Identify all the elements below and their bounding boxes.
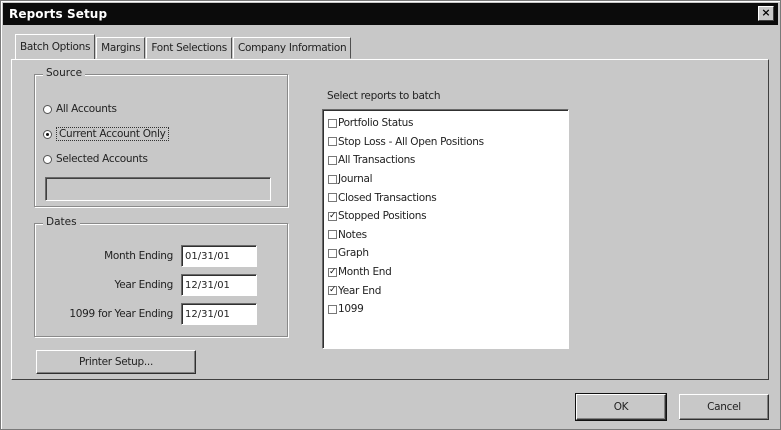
tab-font-selections[interactable]: Font Selections (146, 37, 232, 59)
report-item-1099[interactable]: 1099 (323, 300, 568, 319)
source-group-label: Source (43, 67, 86, 79)
selected-accounts-field[interactable] (45, 177, 271, 201)
radio-all-accounts[interactable]: All Accounts (43, 103, 117, 115)
radio-selected-accounts[interactable]: Selected Accounts (43, 153, 148, 165)
report-item-closed-transactions[interactable]: Closed Transactions (323, 188, 568, 207)
radio-label: Current Account Only (56, 127, 169, 141)
radio-button-icon (43, 104, 52, 114)
ok-button[interactable]: OK (575, 393, 667, 421)
report-item-graph[interactable]: Graph (323, 244, 568, 263)
source-group: Source All Accounts Current Account Only… (34, 67, 288, 207)
report-item-stop-loss[interactable]: Stop Loss - All Open Positions (323, 133, 568, 152)
report-item-label: Stop Loss - All Open Positions (338, 135, 484, 148)
cancel-button[interactable]: Cancel (679, 394, 769, 420)
window-title: Reports Setup (9, 7, 108, 21)
month-ending-label: Month Ending (104, 250, 173, 262)
report-item-label: Year End (338, 284, 382, 297)
checkbox-unchecked-icon (328, 118, 337, 128)
report-item-notes[interactable]: Notes (323, 226, 568, 245)
1099-year-ending-input[interactable] (181, 303, 257, 325)
report-item-label: Portfolio Status (338, 117, 414, 130)
report-item-label: Stopped Positions (338, 210, 427, 223)
1099-year-ending-row: 1099 for Year Ending (35, 302, 275, 326)
report-item-label: All Transactions (338, 154, 416, 167)
1099-year-ending-label: 1099 for Year Ending (69, 308, 173, 320)
checkbox-checked-icon: ✓ (328, 266, 337, 277)
report-item-journal[interactable]: Journal (323, 170, 568, 189)
tab-company-information[interactable]: Company Information (232, 37, 352, 59)
tab-batch-options[interactable]: Batch Options (15, 34, 96, 59)
tab-margins[interactable]: Margins (96, 37, 146, 59)
checkbox-checked-icon: ✓ (328, 285, 337, 296)
report-item-label: Month End (338, 266, 392, 279)
report-item-year-end[interactable]: ✓ Year End (323, 281, 568, 300)
year-ending-label: Year Ending (114, 279, 174, 291)
close-icon: × (761, 6, 771, 19)
reports-setup-dialog: Reports Setup × Batch Options Margins Fo… (0, 0, 781, 430)
reports-checklist[interactable]: Portfolio Status Stop Loss - All Open Po… (322, 109, 569, 349)
radio-label: Selected Accounts (56, 153, 148, 165)
report-item-label: Graph (338, 247, 369, 260)
report-item-month-end[interactable]: ✓ Month End (323, 263, 568, 282)
title-bar[interactable]: Reports Setup × (3, 3, 778, 25)
checkbox-checked-icon: ✓ (328, 210, 337, 221)
checkbox-unchecked-icon (328, 137, 337, 147)
year-ending-row: Year Ending (35, 273, 275, 297)
checkbox-unchecked-icon (328, 193, 337, 203)
report-item-label: 1099 (338, 303, 364, 316)
checkbox-unchecked-icon (328, 174, 337, 184)
radio-button-selected-icon (43, 129, 52, 139)
checkbox-unchecked-icon (328, 230, 337, 240)
checkbox-unchecked-icon (328, 248, 337, 258)
report-item-portfolio-status[interactable]: Portfolio Status (323, 114, 568, 133)
reports-list-label: Select reports to batch (327, 90, 441, 102)
month-ending-row: Month Ending (35, 244, 275, 268)
dates-group-label: Dates (43, 216, 80, 228)
checkbox-unchecked-icon (328, 304, 337, 314)
report-item-label: Notes (338, 228, 367, 241)
year-ending-input[interactable] (181, 274, 257, 296)
report-item-all-transactions[interactable]: All Transactions (323, 151, 568, 170)
report-item-label: Journal (338, 173, 373, 186)
report-item-label: Closed Transactions (338, 191, 437, 204)
checkbox-unchecked-icon (328, 155, 337, 165)
batch-options-panel: Source All Accounts Current Account Only… (11, 59, 769, 380)
printer-setup-button[interactable]: Printer Setup... (36, 350, 196, 374)
report-item-stopped-positions[interactable]: ✓ Stopped Positions (323, 207, 568, 226)
radio-button-icon (43, 154, 52, 164)
close-button[interactable]: × (758, 6, 774, 21)
month-ending-input[interactable] (181, 245, 257, 267)
radio-current-account-only[interactable]: Current Account Only (43, 127, 169, 141)
tab-strip: Batch Options Margins Font Selections Co… (15, 34, 352, 59)
dates-group: Dates Month Ending Year Ending 1099 for … (34, 216, 288, 337)
radio-label: All Accounts (56, 103, 117, 115)
